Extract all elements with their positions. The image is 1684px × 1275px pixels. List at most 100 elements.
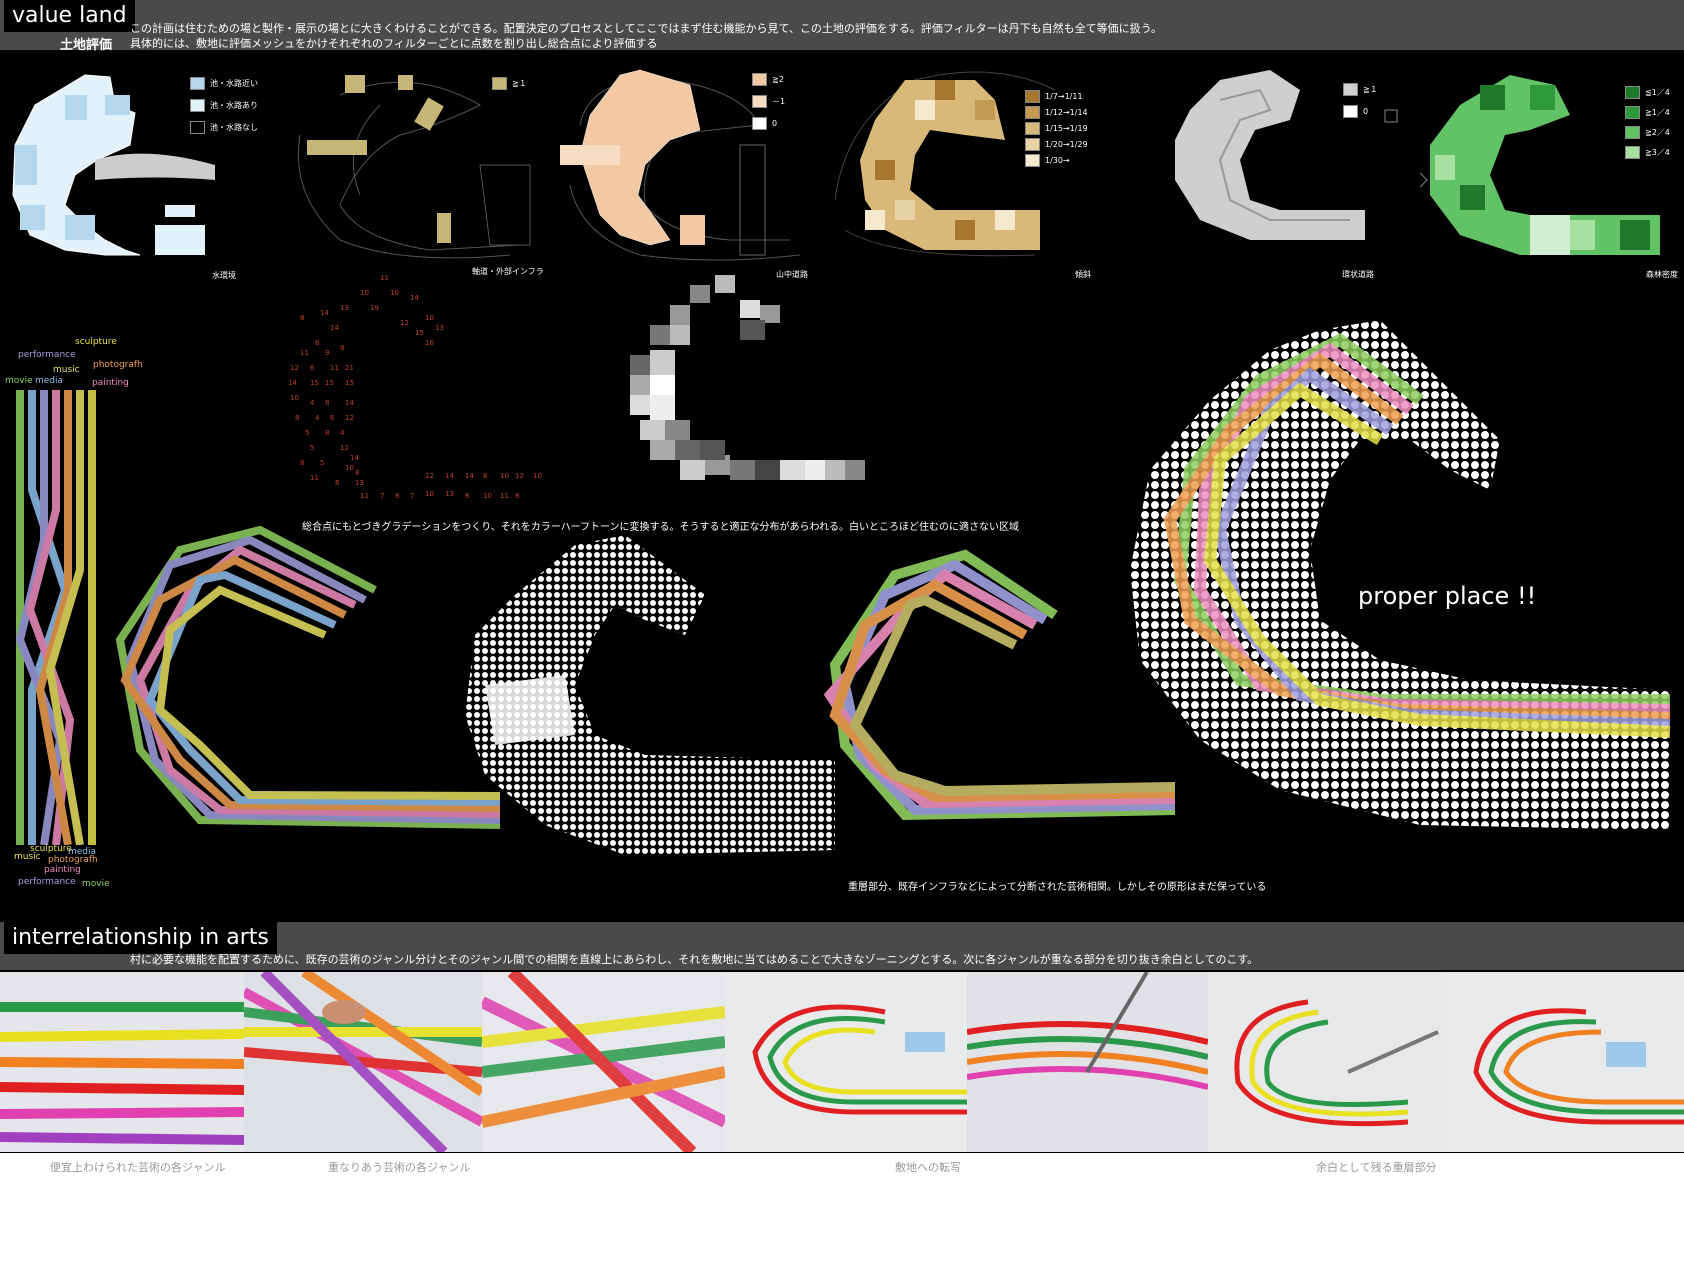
svg-text:4: 4 xyxy=(315,414,320,422)
legend-item: 0 xyxy=(1343,100,1378,122)
map-caption-ringroad: 環状道路 xyxy=(1342,270,1374,279)
legend-label: 池・水路なし xyxy=(210,122,258,132)
svg-text:14: 14 xyxy=(320,309,329,317)
legend-item: 1/30→ xyxy=(1025,152,1088,168)
legend-item: ≧3／4 xyxy=(1625,142,1670,162)
legend-item: 0 xyxy=(752,112,785,134)
svg-text:10: 10 xyxy=(290,394,299,402)
svg-text:12: 12 xyxy=(400,319,409,327)
svg-text:8: 8 xyxy=(395,492,399,500)
svg-text:11: 11 xyxy=(380,274,389,282)
svg-text:10: 10 xyxy=(360,289,369,297)
svg-text:5: 5 xyxy=(320,459,324,467)
genre-label-media: media xyxy=(35,376,64,386)
svg-text:14: 14 xyxy=(345,399,354,407)
legend-item: 1/7→1/11 xyxy=(1025,88,1088,104)
gradation-mesh xyxy=(630,275,865,480)
legend-label: ≧1／4 xyxy=(1645,107,1670,117)
legend-swatch xyxy=(1625,125,1640,139)
legend-swatch xyxy=(1343,82,1358,96)
legend-item: ≧1／4 xyxy=(1625,102,1670,122)
photo-caption-2: 重なりあう芸術の各ジャンル xyxy=(328,1161,471,1174)
legend-label: ≧2／4 xyxy=(1645,127,1670,137)
svg-text:8: 8 xyxy=(300,314,304,322)
legend-swatch xyxy=(1025,121,1040,135)
gradation-description: 総合点にもとづきグラデーションをつくり、それをカラーハーフトーンに変換する。そう… xyxy=(302,522,1019,533)
svg-text:6: 6 xyxy=(330,414,335,422)
svg-text:8: 8 xyxy=(465,492,469,500)
svg-text:14: 14 xyxy=(350,454,359,462)
svg-text:15: 15 xyxy=(310,379,319,387)
svg-text:14: 14 xyxy=(465,472,474,480)
genre-label-music: music xyxy=(53,365,80,375)
legend-swatch xyxy=(752,72,767,86)
svg-text:13: 13 xyxy=(435,324,444,332)
legend-item: ≧１ xyxy=(492,72,527,94)
genre-vertical-bands xyxy=(15,390,96,845)
legend-label: 0 xyxy=(772,118,778,128)
genre-label-music-bottom: music xyxy=(14,852,41,862)
legend-swatch xyxy=(752,94,767,108)
page-title: value land xyxy=(4,0,135,32)
proper-place-label: proper place !! xyxy=(1358,582,1537,610)
legend-swatch xyxy=(492,76,507,90)
legend-label: 池・水路あり xyxy=(210,100,258,110)
svg-text:8: 8 xyxy=(300,459,304,467)
svg-text:7: 7 xyxy=(410,492,414,500)
legend-label: ≧2 xyxy=(772,74,784,84)
ringroad-legend: ≧１ 0 xyxy=(1343,78,1378,122)
infra-legend: ≧１ xyxy=(492,72,527,94)
genre-bands-c-shape xyxy=(115,525,500,829)
page-subtitle: 土地評価 xyxy=(60,38,113,53)
svg-text:11: 11 xyxy=(330,364,339,372)
legend-item: 池・水路近い xyxy=(190,72,258,94)
svg-text:12: 12 xyxy=(425,472,434,480)
genre-label-sculpture: sculpture xyxy=(75,337,117,347)
legend-swatch xyxy=(190,120,205,134)
legend-label: 1/15→1/19 xyxy=(1045,123,1088,133)
legend-label: 1/7→1/11 xyxy=(1045,91,1083,101)
svg-text:16: 16 xyxy=(425,339,434,347)
svg-text:14: 14 xyxy=(330,324,339,332)
legend-item: ≧１ xyxy=(1343,78,1378,100)
svg-text:13: 13 xyxy=(340,304,349,312)
svg-text:8: 8 xyxy=(483,472,487,480)
water-legend: 池・水路近い 池・水路あり 池・水路なし xyxy=(190,72,258,138)
svg-text:14: 14 xyxy=(410,294,419,302)
legend-swatch xyxy=(1343,104,1358,118)
svg-text:8: 8 xyxy=(325,429,329,437)
genre-label-performance: performance xyxy=(18,350,76,360)
genre-label-movie: movie xyxy=(5,376,33,386)
svg-text:14: 14 xyxy=(445,472,454,480)
photo-remaining-overlap xyxy=(1446,972,1684,1152)
svg-text:5: 5 xyxy=(305,429,309,437)
legend-swatch xyxy=(1025,153,1040,167)
legend-swatch xyxy=(1625,145,1640,159)
svg-text:15: 15 xyxy=(345,379,354,387)
map-caption-water: 水環境 xyxy=(212,271,236,280)
genre-label-photograph-bottom: photografh xyxy=(48,855,98,865)
road-legend: ≧2 －1 0 xyxy=(752,68,785,134)
header-description-1: この計画は住むための場と製作・展示の場とに大きくわけることができる。配置決定のプ… xyxy=(130,22,1163,35)
section2-title: interrelationship in arts xyxy=(4,922,277,954)
photo-caption-4: 余白として残る重層部分 xyxy=(1316,1161,1437,1174)
legend-swatch xyxy=(190,76,205,90)
legend-swatch xyxy=(1625,105,1640,119)
genre-label-painting: painting xyxy=(92,378,129,388)
infrastructure-map xyxy=(297,75,531,259)
halftone-c xyxy=(465,535,835,855)
svg-text:12: 12 xyxy=(345,414,354,422)
legend-item: ≧2／4 xyxy=(1625,122,1670,142)
svg-text:10: 10 xyxy=(500,472,509,480)
legend-label: 1/12→1/14 xyxy=(1045,107,1088,117)
legend-swatch xyxy=(1025,137,1040,151)
svg-text:12: 12 xyxy=(290,364,299,372)
forest-legend: ≦1／4 ≧1／4 ≧2／4 ≧3／4 xyxy=(1625,82,1670,162)
svg-text:10: 10 xyxy=(390,289,399,297)
legend-item: ≦1／4 xyxy=(1625,82,1670,102)
svg-text:8: 8 xyxy=(340,344,344,352)
legend-item: 1/12→1/14 xyxy=(1025,104,1088,120)
svg-text:11: 11 xyxy=(500,492,509,500)
legend-label: ≧１ xyxy=(512,78,527,88)
svg-text:4: 4 xyxy=(310,399,315,407)
